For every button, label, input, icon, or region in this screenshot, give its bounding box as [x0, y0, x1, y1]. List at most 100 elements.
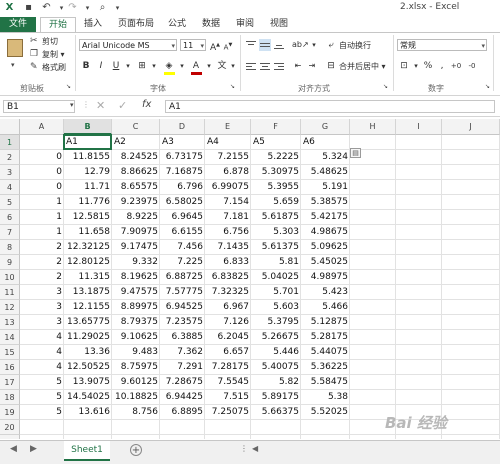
font-size-select[interactable]: 11 ▾ — [180, 39, 206, 51]
data-cell[interactable]: 8.75975 — [112, 360, 160, 375]
data-cell[interactable]: 7.25075 — [205, 405, 251, 420]
data-cell[interactable]: 9.332 — [112, 255, 160, 270]
data-cell[interactable]: 8.19625 — [112, 270, 160, 285]
data-cell[interactable]: 7.32325 — [205, 285, 251, 300]
data-cell[interactable]: 5.28175 — [301, 330, 350, 345]
data-cell[interactable]: 5.42175 — [301, 210, 350, 225]
data-cell[interactable]: 5.58475 — [301, 375, 350, 390]
data-cell[interactable]: 8.24525 — [112, 150, 160, 165]
data-cell[interactable]: 5 — [20, 375, 64, 390]
data-cell[interactable]: 6.3885 — [160, 330, 205, 345]
data-cell[interactable]: 12.5815 — [64, 210, 112, 225]
data-cell[interactable]: 5.82 — [251, 375, 301, 390]
phonetic-dropdown-icon[interactable]: ▾ — [227, 60, 239, 72]
row-header-21[interactable]: 21 — [0, 435, 20, 439]
decrease-decimal-icon[interactable]: -0 — [466, 60, 478, 72]
orientation-icon[interactable]: ab↗ — [292, 39, 309, 51]
column-header-i[interactable]: I — [396, 119, 442, 135]
column-header-d[interactable]: D — [160, 119, 205, 135]
data-cell[interactable]: 7.28675 — [160, 375, 205, 390]
orientation-dropdown-icon[interactable]: ▾ — [308, 39, 320, 51]
column-header-h[interactable]: H — [350, 119, 396, 135]
data-cell[interactable]: 5.44075 — [301, 345, 350, 360]
header-cell[interactable]: A6 — [301, 135, 350, 150]
underline-icon[interactable]: U — [110, 60, 122, 72]
data-cell[interactable]: 13.65775 — [64, 315, 112, 330]
row-header-7[interactable]: 7 — [0, 225, 20, 240]
data-cell[interactable]: 5.66375 — [251, 405, 301, 420]
data-cell[interactable]: 8.756 — [112, 405, 160, 420]
data-cell[interactable]: 5.81 — [251, 255, 301, 270]
tab-formulas[interactable]: 公式 — [164, 17, 190, 32]
print-preview-icon[interactable]: ⌕ — [96, 2, 109, 14]
save-icon[interactable]: ▪ — [22, 2, 35, 14]
scroll-left-icon[interactable]: ◀ — [252, 444, 258, 453]
data-cell[interactable]: 1 — [20, 225, 64, 240]
font-name-select[interactable]: Arial Unicode MS ▾ — [79, 39, 177, 51]
undo-icon[interactable]: ↶ — [40, 2, 53, 14]
data-cell[interactable]: 9.60125 — [112, 375, 160, 390]
redo-icon[interactable]: ↷ — [66, 2, 79, 14]
data-cell[interactable]: 5.38 — [301, 390, 350, 405]
data-cell[interactable]: 5.324 — [301, 150, 350, 165]
data-cell[interactable]: 8.79375 — [112, 315, 160, 330]
row-header-9[interactable]: 9 — [0, 255, 20, 270]
formula-input[interactable]: A1 — [165, 100, 495, 113]
data-cell[interactable]: 6.833 — [205, 255, 251, 270]
align-middle-icon[interactable] — [259, 39, 271, 51]
row-header-4[interactable]: 4 — [0, 180, 20, 195]
data-cell[interactable]: 7.16875 — [160, 165, 205, 180]
data-cell[interactable]: 0 — [20, 180, 64, 195]
tab-page-layout[interactable]: 页面布局 — [114, 17, 158, 32]
data-cell[interactable]: 6.657 — [205, 345, 251, 360]
data-cell[interactable]: 5.659 — [251, 195, 301, 210]
enter-icon[interactable]: ✓ — [118, 99, 127, 112]
data-cell[interactable]: 1 — [20, 210, 64, 225]
font-color-icon[interactable]: A — [190, 60, 202, 72]
row-header-18[interactable]: 18 — [0, 390, 20, 405]
data-cell[interactable]: 5.303 — [251, 225, 301, 240]
data-cell[interactable]: 7.225 — [160, 255, 205, 270]
data-cell[interactable]: 3 — [20, 285, 64, 300]
data-cell[interactable]: 7.28175 — [205, 360, 251, 375]
data-cell[interactable]: 5.04025 — [251, 270, 301, 285]
data-cell[interactable]: 5.09625 — [301, 240, 350, 255]
merge-center-button[interactable]: 合并后居中 ▾ — [339, 61, 386, 72]
data-cell[interactable]: 12.32125 — [64, 240, 112, 255]
data-cell[interactable]: 11.71 — [64, 180, 112, 195]
name-box-dropdown-icon[interactable]: ▾ — [70, 101, 74, 109]
data-cell[interactable]: 1 — [20, 195, 64, 210]
font-launcher-icon[interactable]: ↘ — [230, 83, 235, 90]
data-cell[interactable]: 5 — [20, 405, 64, 420]
data-cell[interactable]: 13.9075 — [64, 375, 112, 390]
row-header-14[interactable]: 14 — [0, 330, 20, 345]
data-cell[interactable]: 6.83825 — [205, 270, 251, 285]
data-cell[interactable]: 6.88725 — [160, 270, 205, 285]
data-cell[interactable]: 9.483 — [112, 345, 160, 360]
data-cell[interactable]: 7.23575 — [160, 315, 205, 330]
data-cell[interactable]: 6.94425 — [160, 390, 205, 405]
sheet-next-icon[interactable]: ▶ — [30, 444, 37, 454]
row-header-20[interactable]: 20 — [0, 420, 20, 435]
row-header-13[interactable]: 13 — [0, 315, 20, 330]
select-all-corner[interactable] — [0, 119, 20, 135]
name-box[interactable]: B1 — [3, 100, 75, 113]
data-cell[interactable]: 5.12875 — [301, 315, 350, 330]
comma-style-icon[interactable]: , — [436, 60, 448, 72]
row-header-5[interactable]: 5 — [0, 195, 20, 210]
data-cell[interactable]: 8.65575 — [112, 180, 160, 195]
data-cell[interactable]: 4 — [20, 360, 64, 375]
data-cell[interactable]: 9.23975 — [112, 195, 160, 210]
data-cell[interactable]: 7.456 — [160, 240, 205, 255]
accounting-dropdown-icon[interactable]: ▾ — [410, 60, 422, 72]
data-cell[interactable]: 3 — [20, 315, 64, 330]
data-cell[interactable]: 5.38575 — [301, 195, 350, 210]
data-cell[interactable]: 4.98975 — [301, 270, 350, 285]
data-cell[interactable]: 0 — [20, 165, 64, 180]
data-cell[interactable]: 4 — [20, 330, 64, 345]
data-cell[interactable]: 6.9645 — [160, 210, 205, 225]
data-cell[interactable]: 5.2225 — [251, 150, 301, 165]
data-cell[interactable]: 12.80125 — [64, 255, 112, 270]
row-header-8[interactable]: 8 — [0, 240, 20, 255]
data-cell[interactable]: 12.79 — [64, 165, 112, 180]
